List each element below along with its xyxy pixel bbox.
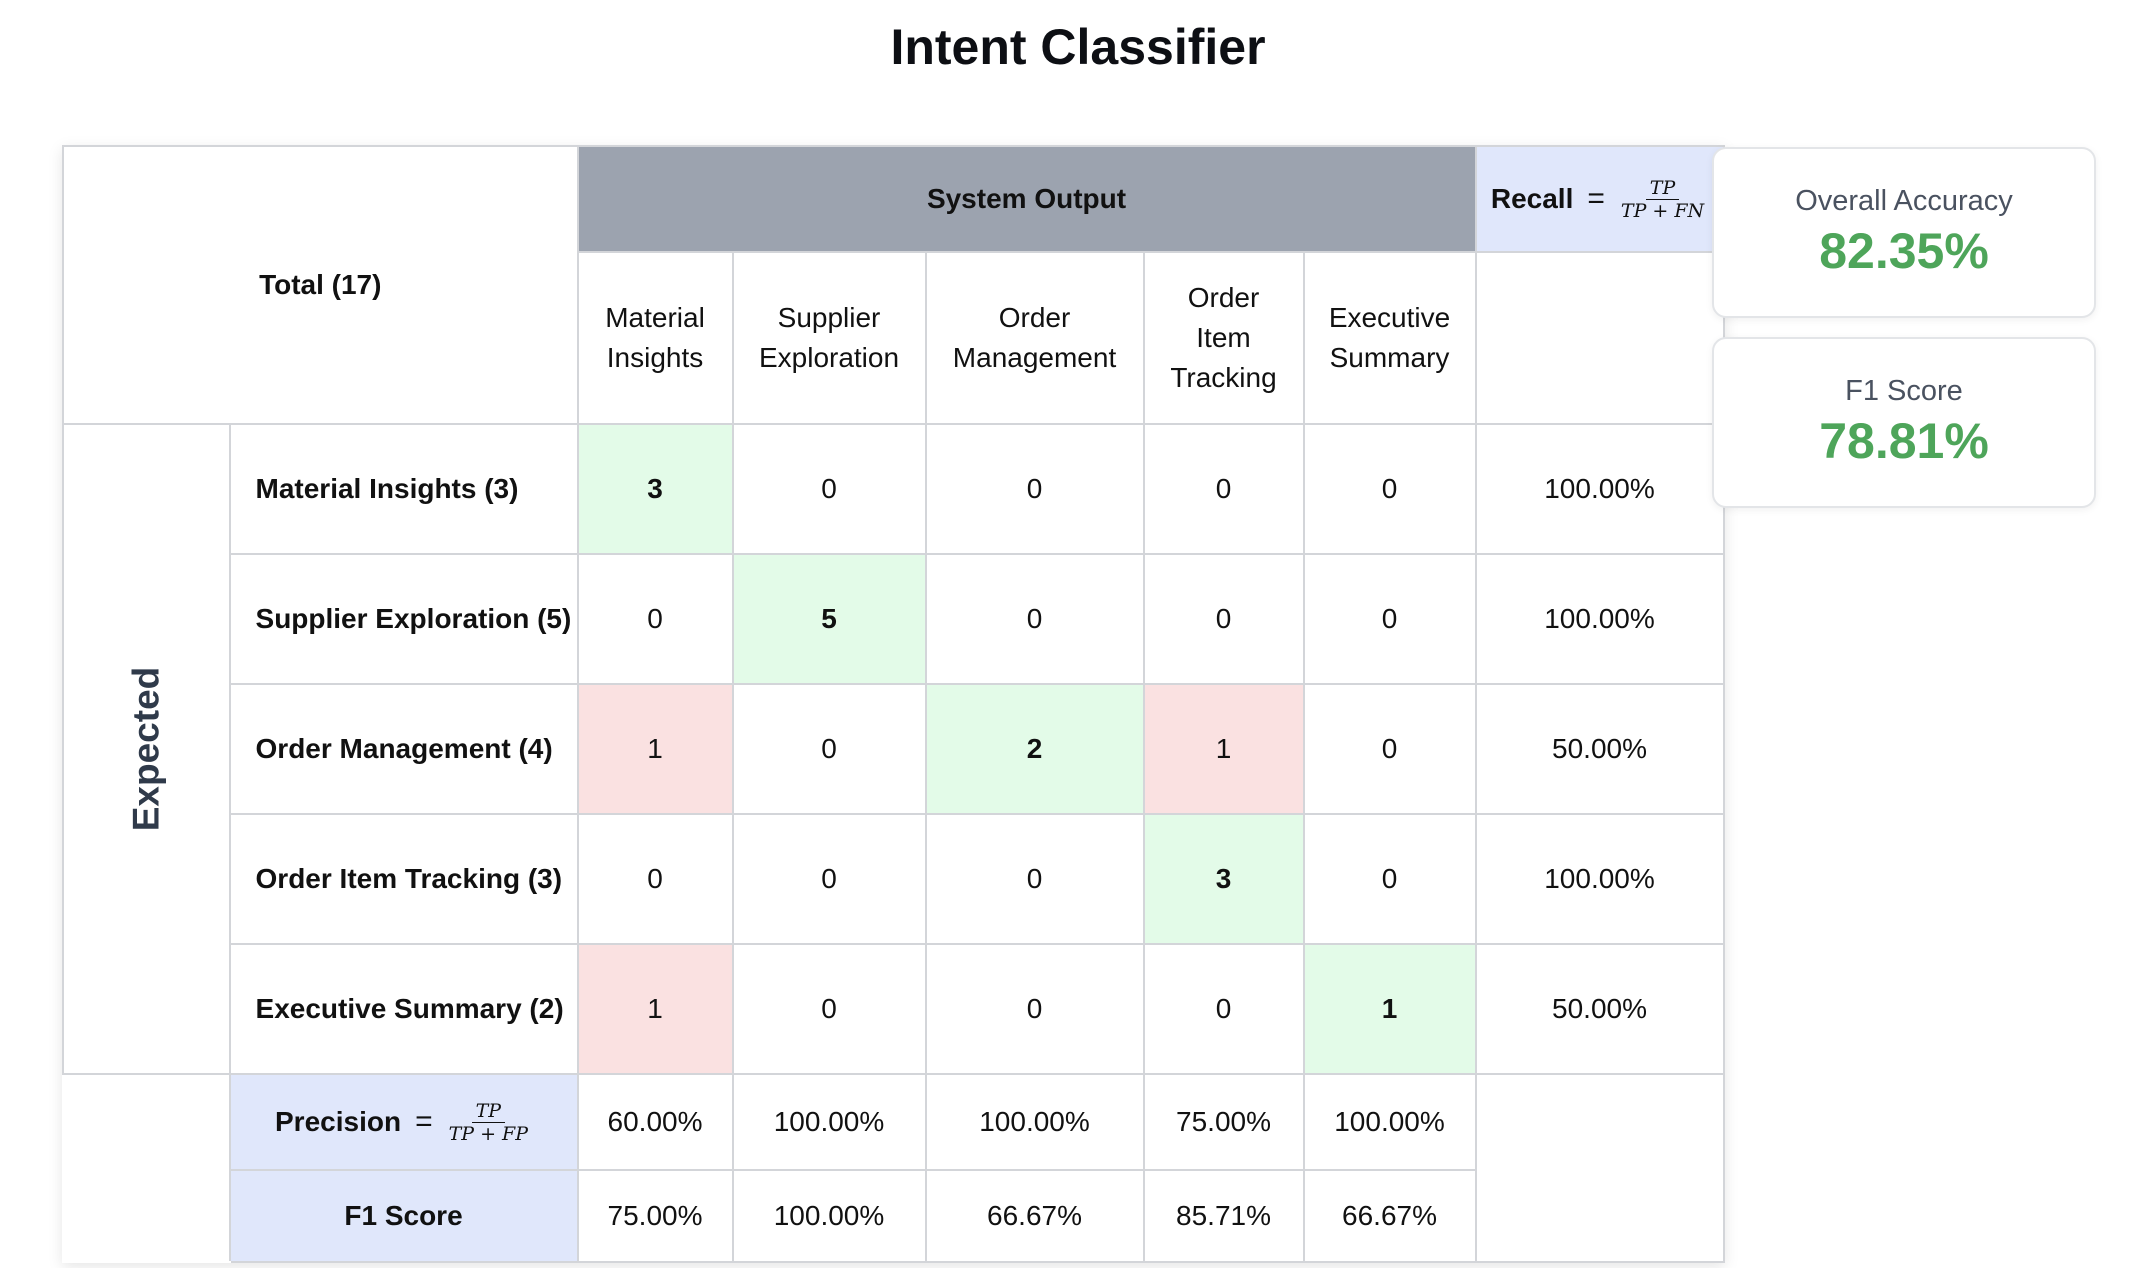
precision-label: Precision [275, 1106, 402, 1137]
matrix-cell: 1 [576, 683, 734, 815]
matrix-cell: 3 [1142, 813, 1305, 945]
column-header-line: Item [1196, 322, 1251, 353]
matrix-cell: 0 [924, 553, 1145, 685]
matrix-cell: 0 [576, 553, 734, 685]
precision-cell: 100.00% [1302, 1073, 1477, 1171]
precision-cell: 100.00% [731, 1073, 927, 1171]
f1-cell: 75.00% [576, 1169, 734, 1263]
column-header-line: Tracking [1170, 362, 1277, 393]
page-title: Intent Classifier [890, 19, 1266, 75]
overall-accuracy-value: 82.35% [1819, 223, 1989, 279]
recall-cell: 50.00% [1474, 943, 1725, 1075]
f1-score-card: F1 Score 78.81% [1712, 337, 2096, 508]
column-header-line: Supplier [777, 302, 881, 333]
recall-formula: TP TP + FN [1617, 177, 1708, 222]
matrix-cell: 1 [576, 943, 734, 1075]
matrix-cell: 1 [1302, 943, 1477, 1075]
column-header-line: Management [952, 342, 1117, 373]
column-header-line: Exploration [758, 342, 900, 373]
column-header-line: Summary [1329, 342, 1450, 373]
recall-cell: 50.00% [1474, 683, 1725, 815]
matrix-cell: 3 [576, 423, 734, 555]
recall-header-spacer [1474, 251, 1725, 425]
overall-accuracy-label: Overall Accuracy [1795, 185, 2013, 217]
precision-formula-denominator: TP + FP [448, 1122, 529, 1145]
matrix-cell: 0 [576, 813, 734, 945]
equals-sign: = [1587, 182, 1605, 215]
footer-corner [1474, 1073, 1725, 1263]
total-label: Total (17) [62, 145, 579, 425]
row-label-executive-summary: Executive Summary (2) [228, 943, 579, 1075]
recall-cell: 100.00% [1474, 813, 1725, 945]
f1-score-value: 78.81% [1819, 413, 1989, 469]
precision-header: Precision = TP TP + FP [228, 1073, 579, 1171]
precision-formula: TP TP + FP [445, 1100, 532, 1145]
column-header-material-insights: Material Insights [576, 251, 734, 425]
matrix-cell: 0 [1302, 813, 1477, 945]
matrix-cell: 0 [1302, 423, 1477, 555]
precision-cell: 100.00% [924, 1073, 1145, 1171]
matrix-cell: 5 [731, 553, 927, 685]
matrix-cell: 0 [1142, 943, 1305, 1075]
matrix-cell: 0 [1302, 553, 1477, 685]
matrix-cell: 2 [924, 683, 1145, 815]
equals-sign: = [415, 1105, 433, 1138]
column-header-supplier-exploration: Supplier Exploration [731, 251, 927, 425]
matrix-cell: 0 [924, 943, 1145, 1075]
confusion-matrix: Total (17) System Output Recall = TP TP … [62, 145, 1725, 1263]
precision-formula-numerator: TP [471, 1100, 506, 1123]
matrix-cell: 0 [1142, 553, 1305, 685]
matrix-cell: 0 [924, 813, 1145, 945]
column-header-line: Order [1187, 282, 1260, 313]
matrix-cell: 1 [1142, 683, 1305, 815]
f1-header: F1 Score [228, 1169, 579, 1263]
recall-formula-numerator: TP [1645, 177, 1680, 200]
f1-cell: 85.71% [1142, 1169, 1305, 1263]
confusion-matrix-table: Total (17) System Output Recall = TP TP … [62, 145, 1725, 1263]
recall-label: Recall [1490, 183, 1574, 214]
f1-score-label: F1 Score [1845, 375, 1963, 407]
expected-label: Expected [125, 666, 167, 832]
f1-cell: 100.00% [731, 1169, 927, 1263]
matrix-cell: 0 [1142, 423, 1305, 555]
f1-cell: 66.67% [924, 1169, 1145, 1263]
matrix-cell: 0 [924, 423, 1145, 555]
recall-cell: 100.00% [1474, 553, 1725, 685]
column-header-line: Material [605, 302, 705, 333]
system-output-header: System Output [576, 145, 1477, 253]
matrix-cell: 0 [731, 423, 927, 555]
recall-cell: 100.00% [1474, 423, 1725, 555]
matrix-cell: 0 [731, 683, 927, 815]
column-header-order-management: Order Management [924, 251, 1145, 425]
row-label-material-insights: Material Insights (3) [228, 423, 579, 555]
precision-cell: 60.00% [576, 1073, 734, 1171]
column-header-line: Insights [606, 342, 704, 373]
f1-cell: 66.67% [1302, 1169, 1477, 1263]
recall-header: Recall = TP TP + FN [1474, 145, 1725, 253]
overall-accuracy-card: Overall Accuracy 82.35% [1712, 147, 2096, 318]
column-header-executive-summary: Executive Summary [1302, 251, 1477, 425]
column-header-line: Order [998, 302, 1071, 333]
column-header-order-item-tracking: Order Item Tracking [1142, 251, 1305, 425]
row-label-order-management: Order Management (4) [228, 683, 579, 815]
footer-spacer [62, 1073, 231, 1263]
column-header-line: Executive [1328, 302, 1451, 333]
recall-formula-denominator: TP + FN [1620, 199, 1705, 222]
row-label-order-item-tracking: Order Item Tracking (3) [228, 813, 579, 945]
page: Intent Classifier Total (17) System Outp… [0, 0, 2156, 1268]
row-label-supplier-exploration: Supplier Exploration (5) [228, 553, 579, 685]
precision-cell: 75.00% [1142, 1073, 1305, 1171]
matrix-cell: 0 [731, 813, 927, 945]
matrix-cell: 0 [731, 943, 927, 1075]
expected-axis: Expected [62, 423, 231, 1075]
matrix-cell: 0 [1302, 683, 1477, 815]
